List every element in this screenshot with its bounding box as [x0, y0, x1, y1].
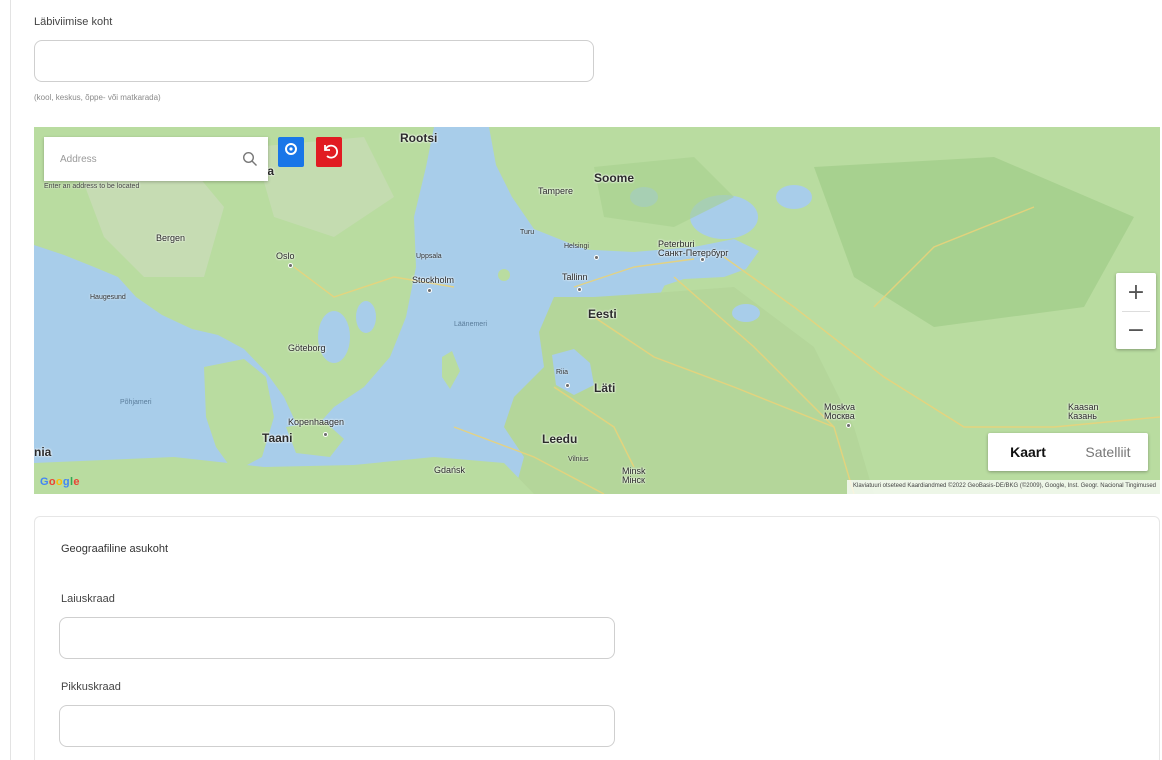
map-address-input[interactable]: [44, 137, 234, 181]
left-divider: [10, 0, 11, 760]
map-label-bergen: Bergen: [156, 233, 186, 243]
city-marker-kopenhaagen: [323, 432, 328, 437]
longitude-input[interactable]: [59, 705, 615, 747]
zoom-in-button[interactable]: +: [1116, 273, 1156, 311]
map-label-lati: Läti: [594, 381, 616, 395]
city-marker-stockholm: [427, 288, 432, 293]
map-label-helsingi: Helsingi: [564, 243, 589, 250]
location-hint: (kool, keskus, õppe- või matkarada): [34, 93, 161, 102]
map-type-satelliit-button[interactable]: Satelliit: [1068, 433, 1148, 471]
map-label-haugesund: Haugesund: [90, 294, 126, 301]
latitude-label: Laiuskraad: [61, 593, 115, 605]
map-label-minsk: Minsk Мінск: [622, 466, 646, 485]
map-label-gdansk: Gdańsk: [434, 465, 466, 475]
latitude-input[interactable]: [59, 617, 615, 659]
map-label-stockholm: Stockholm: [412, 275, 455, 285]
map-type-control: Kaart Satelliit: [988, 433, 1148, 471]
location-label: Läbiviimise koht: [34, 16, 113, 28]
location-target-icon: [285, 143, 297, 155]
map-label-goteborg: Göteborg: [288, 343, 326, 353]
city-marker-riia: [565, 383, 570, 388]
city-marker-oslo: [288, 263, 293, 268]
map-label-kopenhaagen: Kopenhaagen: [288, 417, 345, 427]
map-label-tallinn: Tallinn: [562, 272, 588, 282]
map-attribution[interactable]: Klaviatuuri otseteed Kaardiandmed ©2022 …: [846, 480, 1160, 494]
map-label-peterburi: Peterburi Санкт-Петербург: [658, 239, 729, 258]
map-type-kaart-button[interactable]: Kaart: [988, 433, 1068, 471]
map-label-vilnius: Vilnius: [568, 456, 589, 463]
map-label-eesti: Eesti: [588, 307, 617, 321]
city-marker-tallinn: [577, 287, 582, 292]
search-icon[interactable]: [242, 151, 258, 167]
map-label-soome: Soome: [594, 171, 635, 185]
map-address-search[interactable]: [44, 137, 268, 181]
map-label-kaasan: Kaasan Казань: [1068, 402, 1099, 421]
geo-location-panel: Geograafiline asukoht Laiuskraad Pikkusk…: [34, 516, 1160, 760]
map-label-pohjameri: Põhjameri: [120, 399, 152, 406]
undo-icon: [324, 144, 338, 159]
map-label-nia: nia: [34, 445, 52, 459]
map-label-laanemeri: Läänemeri: [454, 321, 488, 328]
map-label-riia: Riia: [556, 369, 569, 376]
geo-panel-title: Geograafiline asukoht: [61, 543, 169, 555]
city-marker-peterburi: [700, 257, 705, 262]
reset-button[interactable]: [316, 137, 342, 167]
city-marker-moskva: [846, 423, 851, 428]
zoom-out-button[interactable]: −: [1116, 311, 1156, 349]
longitude-label: Pikkuskraad: [61, 681, 121, 693]
map-widget[interactable]: Rootsi Norra Soome Tampere Turu Helsingi…: [34, 127, 1160, 494]
city-marker-helsingi: [594, 255, 599, 260]
map-label-oslo: Oslo: [276, 251, 295, 261]
location-input[interactable]: [34, 40, 594, 82]
map-label-uppsala: Uppsala: [416, 253, 442, 260]
map-label-moskva: Moskva Москва: [824, 402, 856, 421]
map-search-hint: Enter an address to be located: [44, 183, 140, 190]
zoom-separator: [1122, 311, 1150, 312]
map-label-taani: Taani: [262, 431, 293, 445]
map-label-leedu: Leedu: [542, 432, 578, 446]
map-label-tampere: Tampere: [538, 186, 574, 196]
map-label-rootsi: Rootsi: [400, 131, 438, 145]
map-label-turu: Turu: [520, 229, 535, 236]
zoom-control: + −: [1116, 273, 1156, 349]
locate-button[interactable]: [278, 137, 304, 167]
google-logo: Google: [40, 476, 80, 488]
